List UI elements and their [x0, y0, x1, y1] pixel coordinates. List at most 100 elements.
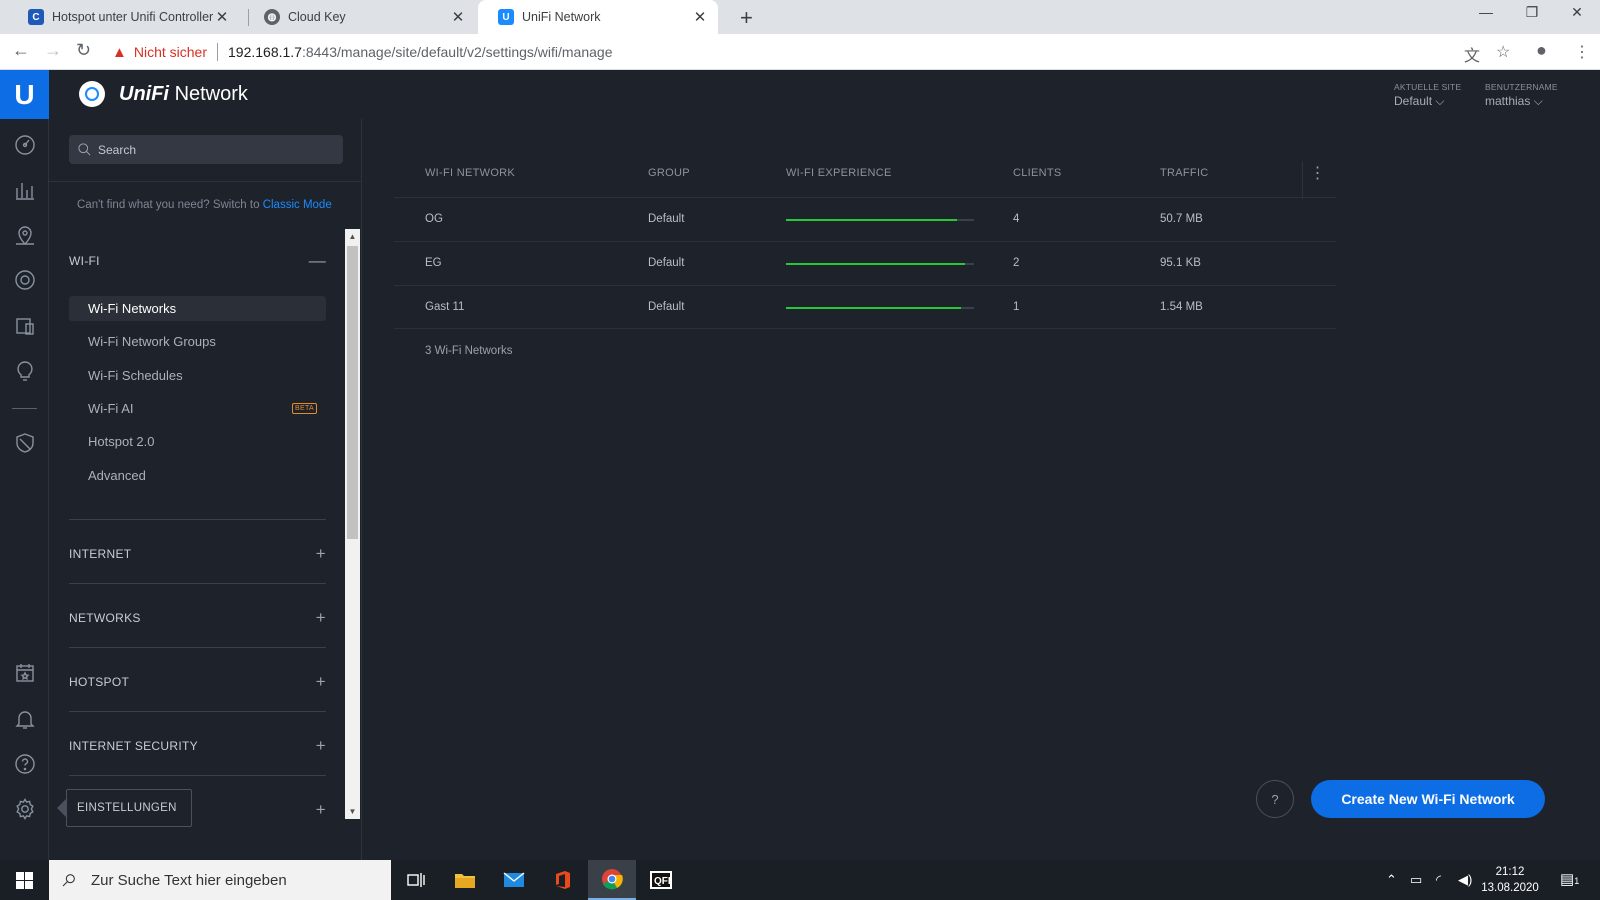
windows-start-icon[interactable] [0, 860, 48, 900]
menu-kebab-icon[interactable]: ⋮ [1574, 42, 1590, 62]
sidebar-item-wifi-schedules[interactable]: Wi-Fi Schedules [69, 363, 326, 388]
col-header-network[interactable]: WI-FI NETWORK [425, 167, 515, 179]
tray-up-arrow-icon[interactable]: ⌃ [1386, 872, 1397, 888]
sidebar-item-wifi-network-groups[interactable]: Wi-Fi Network Groups [69, 329, 326, 354]
scrollbar-thumb[interactable] [347, 246, 358, 539]
section-title: WI-FI [69, 254, 100, 268]
col-header-group[interactable]: GROUP [648, 167, 690, 179]
qfi-app-icon[interactable]: QFI [637, 860, 685, 900]
translate-icon[interactable]: 文 [1464, 42, 1480, 66]
sidebar-item-hotspot-2[interactable]: Hotspot 2.0 [69, 429, 326, 454]
scroll-up-icon[interactable]: ▲ [345, 230, 360, 244]
bell-icon[interactable] [12, 706, 38, 732]
restore-icon[interactable]: ❐ [1509, 4, 1555, 21]
expand-plus-icon[interactable]: + [316, 736, 326, 756]
table-row[interactable]: Gast 11 Default 1 1.54 MB [394, 285, 1336, 329]
ubiquiti-logo-icon[interactable]: U [0, 70, 49, 119]
expand-plus-icon[interactable]: + [316, 608, 326, 628]
create-wifi-network-button[interactable]: Create New Wi-Fi Network [1311, 780, 1545, 818]
map-icon[interactable] [12, 222, 38, 248]
close-tab-icon[interactable]: ✕ [692, 8, 708, 26]
col-header-traffic[interactable]: TRAFFIC [1160, 167, 1209, 179]
icon-rail: U [0, 70, 49, 860]
shield-icon[interactable] [12, 430, 38, 456]
back-icon[interactable]: ← [12, 40, 30, 61]
classic-mode-hint: Can't find what you need? Switch to Clas… [77, 199, 332, 211]
close-tab-icon[interactable]: ✕ [450, 8, 466, 26]
network-group: Default [648, 213, 685, 225]
col-header-experience[interactable]: WI-FI EXPERIENCE [786, 167, 892, 179]
battery-icon[interactable]: ▭ [1410, 872, 1422, 888]
wifi-icon[interactable]: ◜ [1436, 872, 1441, 888]
traffic-value: 50.7 MB [1160, 213, 1203, 225]
mail-icon[interactable] [490, 860, 538, 900]
network-name: OG [425, 213, 443, 225]
table-row[interactable]: OG Default 4 50.7 MB [394, 197, 1336, 241]
search-input[interactable] [98, 142, 328, 157]
table-row[interactable]: EG Default 2 95.1 KB [394, 241, 1336, 285]
task-view-icon[interactable] [392, 860, 440, 900]
profile-icon[interactable]: ● [1536, 40, 1547, 61]
unifi-app: U UniFi Network AKTUELLE SITE Default ⌵ … [0, 70, 1600, 860]
reload-icon[interactable]: ↻ [76, 40, 91, 61]
section-internet-security[interactable]: INTERNET SECURITY + [69, 736, 326, 756]
site-selector[interactable]: AKTUELLE SITE Default ⌵ [1394, 82, 1461, 109]
section-internet[interactable]: INTERNET + [69, 544, 326, 564]
sidebar-item-wifi-networks[interactable]: Wi-Fi Networks [69, 296, 326, 321]
scroll-down-icon[interactable]: ▼ [345, 805, 360, 819]
notification-center-icon[interactable]: ▤1 [1560, 870, 1579, 888]
events-calendar-icon[interactable] [12, 660, 38, 686]
address-bar: ← → ↻ ▲ Nicht sicher 192.168.1.7:8443/ma… [0, 34, 1600, 70]
network-group: Default [648, 301, 685, 313]
office-icon[interactable] [539, 860, 587, 900]
sidebar-item-wifi-ai[interactable]: Wi-Fi AI BETA [69, 396, 326, 421]
browser-tab-unifi-network[interactable]: U UniFi Network ✕ [478, 0, 718, 34]
clients-icon[interactable] [12, 313, 38, 339]
dashboard-icon[interactable] [12, 132, 38, 158]
experience-fill [786, 263, 965, 265]
column-options-icon[interactable]: ⋮ [1302, 161, 1332, 199]
browser-tab-cloud-key[interactable]: ◍ Cloud Key ✕ [244, 0, 476, 34]
help-button[interactable]: ? [1256, 780, 1294, 818]
insights-icon[interactable] [12, 358, 38, 384]
new-tab-icon[interactable]: + [740, 5, 753, 31]
devices-icon[interactable] [12, 267, 38, 293]
minimize-icon[interactable]: — [1463, 4, 1509, 20]
settings-gear-icon[interactable] [12, 796, 38, 822]
sidebar-search[interactable] [69, 135, 343, 164]
tab-title: UniFi Network [522, 10, 601, 24]
section-hotspot[interactable]: HOTSPOT + [69, 672, 326, 692]
chrome-icon[interactable] [588, 860, 636, 900]
collapse-icon[interactable]: — [309, 251, 326, 271]
forward-icon[interactable]: → [44, 40, 62, 61]
user-selector[interactable]: BENUTZERNAME matthias ⌵ [1485, 82, 1558, 109]
system-clock[interactable]: 21:12 13.08.2020 [1480, 864, 1540, 896]
settings-tooltip: EINSTELLUNGEN [57, 789, 192, 827]
expand-plus-icon[interactable]: + [316, 672, 326, 692]
statistics-icon[interactable] [12, 177, 38, 203]
experience-fill [786, 219, 958, 221]
close-tab-icon[interactable]: ✕ [214, 8, 230, 26]
url-field[interactable]: ▲ Nicht sicher 192.168.1.7:8443/manage/s… [112, 38, 1497, 66]
volume-icon[interactable]: ◀) [1458, 872, 1472, 888]
classic-mode-link[interactable]: Classic Mode [263, 199, 332, 211]
section-networks[interactable]: NETWORKS + [69, 608, 326, 628]
taskbar-search-placeholder: Zur Suche Text hier eingeben [91, 871, 287, 889]
expand-plus-icon[interactable]: + [316, 544, 326, 564]
url-path: :8443/manage/site/default/v2/settings/wi… [301, 44, 613, 60]
help-icon[interactable] [12, 751, 38, 777]
expand-plus-icon[interactable]: + [316, 800, 326, 820]
close-window-icon[interactable]: ✕ [1554, 4, 1600, 21]
brand[interactable]: UniFi Network [79, 81, 248, 107]
client-count: 2 [1013, 257, 1020, 269]
sidebar-item-advanced[interactable]: Advanced [69, 463, 326, 488]
network-group: Default [648, 257, 685, 269]
taskbar-search[interactable]: Zur Suche Text hier eingeben [49, 860, 391, 900]
section-wifi[interactable]: WI-FI — [69, 251, 326, 271]
col-header-clients[interactable]: CLIENTS [1013, 167, 1062, 179]
sidebar-scroll-area: WI-FI — Wi-Fi Networks Wi-Fi Network Gro… [49, 229, 362, 860]
security-warning[interactable]: ▲ Nicht sicher [112, 44, 207, 61]
bookmark-star-icon[interactable]: ☆ [1496, 42, 1510, 62]
browser-tab-hotspot[interactable]: C Hotspot unter Unifi Controller | C ✕ [8, 0, 240, 34]
file-explorer-icon[interactable] [441, 860, 489, 900]
